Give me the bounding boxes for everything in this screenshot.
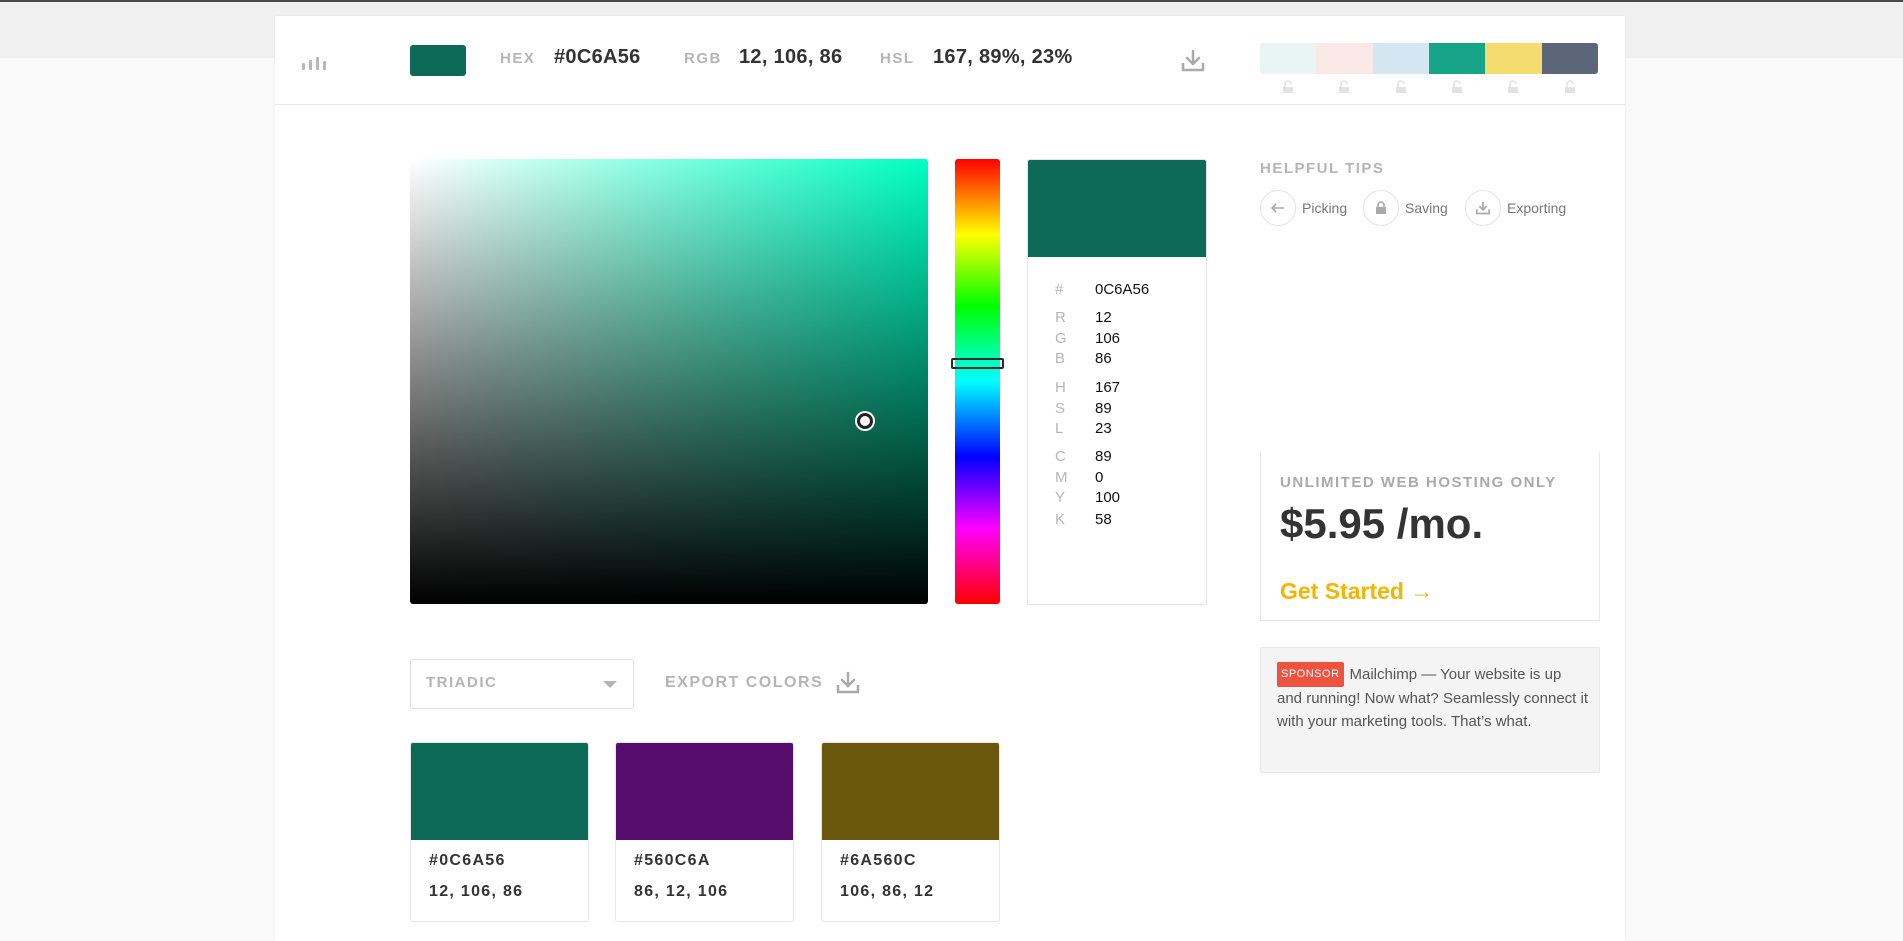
value-number[interactable]: 89: [1095, 400, 1112, 417]
value-number[interactable]: 86: [1095, 350, 1112, 367]
ad-price: $5.95 /mo.: [1280, 500, 1484, 547]
value-key: C: [1055, 448, 1066, 465]
value-key: S: [1055, 400, 1066, 417]
sponsor-box[interactable]: SPONSOR Mailchimp — Your website is up an…: [1260, 647, 1600, 773]
color-picker-handle[interactable]: [857, 413, 873, 429]
tip-exporting-label: Exporting: [1507, 200, 1567, 216]
value-key: R: [1055, 309, 1066, 326]
export-colors-button[interactable]: EXPORT COLORS: [665, 667, 861, 699]
window-top-border: [0, 0, 1903, 2]
saturation-lightness-area[interactable]: [410, 159, 928, 604]
hue-slider[interactable]: [955, 159, 1000, 604]
harmony-hex: #560C6A: [634, 852, 711, 869]
lock-icon[interactable]: [1485, 80, 1541, 96]
palette-locks: [1260, 80, 1598, 96]
palette-swatch-1[interactable]: [1260, 43, 1317, 74]
lock-icon[interactable]: [1429, 80, 1485, 96]
header-bar: HEX #0C6A56 RGB 12, 106, 86 HSL 167, 89%…: [275, 16, 1625, 105]
harmony-hex: #6A560C: [840, 852, 917, 869]
palette-swatch-6[interactable]: [1541, 43, 1598, 74]
rgb-value[interactable]: 12, 106, 86: [739, 46, 842, 69]
lock-icon[interactable]: [1316, 80, 1372, 96]
harmony-dropdown[interactable]: TRIADIC: [410, 659, 634, 709]
harmony-hex: #0C6A56: [429, 852, 506, 869]
saved-palette: [1260, 43, 1598, 74]
value-number[interactable]: 23: [1095, 420, 1112, 437]
value-number[interactable]: 167: [1095, 379, 1120, 396]
arrow-left-icon: [1260, 190, 1296, 226]
value-key: B: [1055, 350, 1066, 367]
hsl-value[interactable]: 167, 89%, 23%: [933, 46, 1073, 69]
harmony-color-card[interactable]: #0C6A56 12, 106, 86: [410, 742, 589, 922]
lock-icon[interactable]: [1373, 80, 1429, 96]
main-card: HEX #0C6A56 RGB 12, 106, 86 HSL 167, 89%…: [275, 16, 1625, 941]
download-icon[interactable]: [1180, 48, 1206, 74]
bar-chart-icon[interactable]: [302, 52, 332, 70]
harmony-selected-label: TRIADIC: [426, 674, 498, 691]
value-number[interactable]: 0: [1095, 469, 1103, 486]
value-key: M: [1055, 469, 1068, 486]
tip-saving-label: Saving: [1405, 200, 1448, 216]
harmony-rgb: 86, 12, 106: [634, 883, 729, 900]
current-color-swatch: [410, 45, 466, 76]
palette-swatch-2[interactable]: [1316, 43, 1373, 74]
hsl-label: HSL: [880, 50, 915, 67]
get-started-link[interactable]: Get Started →: [1280, 578, 1433, 605]
helpful-tips-title: HELPFUL TIPS: [1260, 160, 1385, 177]
download-icon: [836, 671, 860, 694]
export-colors-label: EXPORT COLORS: [665, 674, 824, 691]
value-key: G: [1055, 330, 1067, 347]
lock-icon[interactable]: [1260, 80, 1316, 96]
value-number[interactable]: 12: [1095, 309, 1112, 326]
harmony-rgb: 12, 106, 86: [429, 883, 524, 900]
rgb-label: RGB: [684, 50, 722, 67]
chevron-down-icon: [603, 681, 617, 688]
harmony-rgb: 106, 86, 12: [840, 883, 935, 900]
value-number[interactable]: 106: [1095, 330, 1120, 347]
lock-icon: [1363, 190, 1399, 226]
hex-label: HEX: [500, 50, 536, 67]
value-key: H: [1055, 379, 1066, 396]
value-key: Y: [1055, 489, 1066, 506]
value-key: L: [1055, 420, 1064, 437]
value-key: #: [1055, 281, 1064, 298]
palette-swatch-4[interactable]: [1428, 43, 1486, 74]
harmony-color-card[interactable]: #6A560C 106, 86, 12: [821, 742, 1000, 922]
tip-exporting[interactable]: Exporting: [1465, 190, 1566, 226]
tip-picking-label: Picking: [1302, 200, 1348, 216]
hosting-ad: UNLIMITED WEB HOSTING ONLY $5.95 /mo. Ge…: [1260, 452, 1600, 621]
harmony-color-swatch: [616, 743, 793, 840]
hex-value[interactable]: #0C6A56: [554, 46, 641, 69]
ad-headline: UNLIMITED WEB HOSTING ONLY: [1280, 474, 1557, 491]
color-preview-swatch: [1028, 160, 1206, 257]
sponsor-badge: SPONSOR: [1277, 662, 1344, 687]
harmony-color-swatch: [411, 743, 588, 840]
hue-slider-handle[interactable]: [951, 358, 1004, 369]
download-icon: [1465, 190, 1501, 226]
harmony-color-swatch: [822, 743, 999, 840]
tip-picking[interactable]: Picking: [1260, 190, 1347, 226]
color-values-panel: #0C6A56 R 12 G 106 B 86 H 167 S 89 L 23 C 89 M 0 Y 100 K 58: [1027, 159, 1207, 605]
harmony-color-card[interactable]: #560C6A 86, 12, 106: [615, 742, 794, 922]
value-key: K: [1055, 511, 1066, 528]
tip-saving[interactable]: Saving: [1363, 190, 1448, 226]
value-number[interactable]: 0C6A56: [1095, 281, 1149, 298]
value-number[interactable]: 100: [1095, 489, 1120, 506]
value-number[interactable]: 58: [1095, 511, 1112, 528]
lock-icon[interactable]: [1542, 80, 1598, 96]
value-number[interactable]: 89: [1095, 448, 1112, 465]
palette-swatch-3[interactable]: [1372, 43, 1429, 74]
palette-swatch-5[interactable]: [1485, 43, 1542, 74]
